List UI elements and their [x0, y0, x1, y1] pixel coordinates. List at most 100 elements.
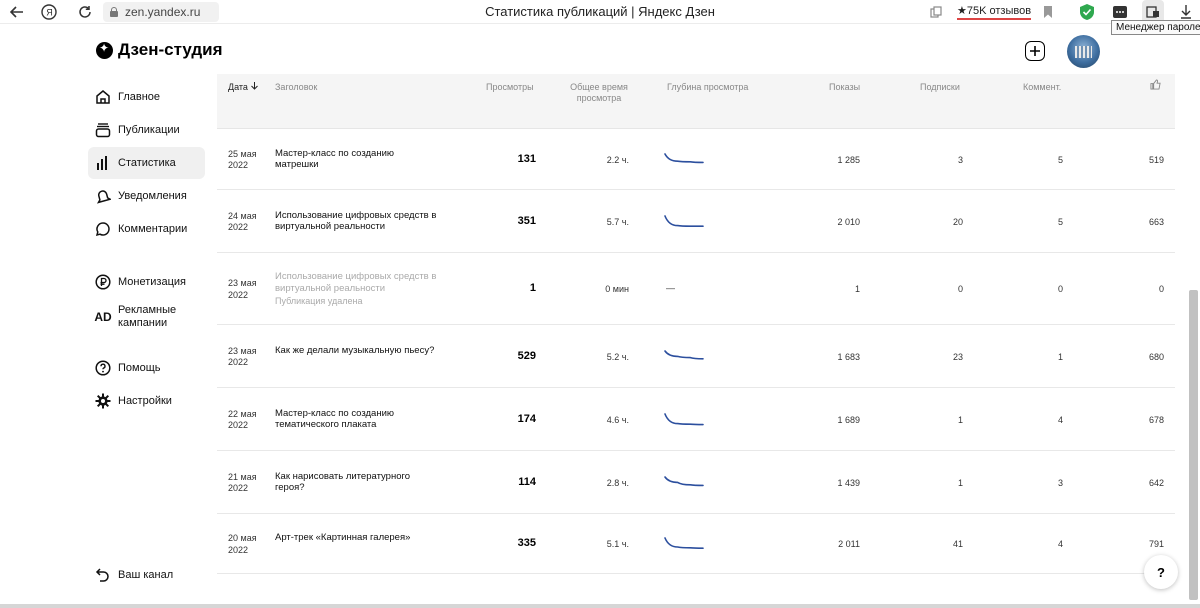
row-likes: 663 — [1148, 216, 1164, 227]
table-row[interactable]: 21 мая 2022 Как нарисовать литературного … — [217, 451, 1175, 514]
svg-text:Я: Я — [46, 8, 53, 18]
your-channel-link[interactable]: Ваш канал — [88, 559, 205, 591]
sidebar-item-ad-campaigns[interactable]: AD Рекламные кампании — [88, 300, 205, 334]
zen-logo-icon — [96, 41, 113, 59]
copy-icon[interactable] — [926, 0, 946, 24]
yandex-logo-icon[interactable]: Я — [38, 0, 60, 24]
avatar[interactable] — [1067, 35, 1100, 68]
row-likes: 642 — [1148, 477, 1164, 488]
row-subscriptions: 1 — [957, 477, 963, 488]
ruble-icon — [94, 273, 112, 291]
sidebar-item-statistics[interactable]: Статистика — [88, 147, 205, 179]
sidebar-item-label: Помощь — [118, 361, 161, 374]
sidebar-item-settings[interactable]: Настройки — [88, 385, 205, 417]
bookmark-icon[interactable] — [1039, 0, 1057, 24]
sidebar-item-monetization[interactable]: Монетизация — [88, 266, 205, 298]
bar-chart-icon — [94, 154, 112, 172]
row-total-time: 4.6 ч. — [606, 414, 629, 425]
row-comments: 4 — [1057, 414, 1063, 425]
table-row[interactable]: 24 мая 2022 Использование цифровых средст… — [217, 190, 1175, 253]
column-impressions[interactable]: Показы — [829, 82, 860, 93]
sidebar-item-home[interactable]: Главное — [88, 81, 205, 113]
table-row[interactable]: 20 мая 2022 Арт-трек «Картинная галерея» 3… — [217, 514, 1175, 574]
row-subscriptions: 0 — [957, 284, 963, 294]
row-date: 23 мая 2022 — [228, 278, 257, 300]
sidebar-item-label: Статистика — [118, 156, 176, 169]
sidebar-item-label: Рекламные кампании — [118, 304, 177, 329]
row-subscriptions: 20 — [952, 216, 963, 227]
table-row[interactable]: 23 мая 2022 Использование цифровых средст… — [217, 253, 1175, 325]
url-text: zen.yandex.ru — [125, 5, 201, 19]
row-subscriptions: 3 — [957, 154, 963, 165]
row-depth-sparkline — [664, 412, 704, 425]
sort-down-icon — [251, 82, 259, 90]
row-comments: 3 — [1057, 477, 1063, 488]
column-views[interactable]: Просмотры — [486, 82, 534, 93]
row-date: 24 мая 2022 — [228, 210, 257, 233]
browser-toolbar: Я zen.yandex.ru Статистика публикаций | … — [0, 0, 1200, 24]
row-title[interactable]: Как же делали музыкальную пьесу? — [275, 345, 440, 357]
row-total-time: 0 мин — [605, 284, 629, 294]
reload-icon[interactable] — [74, 0, 96, 24]
column-subscriptions[interactable]: Подписки — [920, 82, 960, 93]
row-views: 114 — [518, 475, 536, 488]
row-comments: 5 — [1057, 154, 1063, 165]
stack-icon — [94, 121, 112, 139]
sidebar-item-help[interactable]: Помощь — [88, 352, 205, 384]
row-comments: 1 — [1057, 351, 1063, 362]
row-views: 174 — [517, 412, 536, 425]
table-row[interactable]: 25 мая 2022 Мастер-класс по созданию матр… — [217, 129, 1175, 190]
bell-icon — [94, 187, 112, 205]
shield-check-icon[interactable] — [1077, 0, 1097, 24]
help-float-button[interactable]: ? — [1144, 555, 1178, 589]
column-total-time[interactable]: Общее время просмотра — [569, 82, 629, 104]
address-bar[interactable]: zen.yandex.ru — [103, 2, 219, 22]
row-comments: 5 — [1057, 216, 1063, 227]
row-impressions: 2 011 — [838, 539, 860, 549]
row-date: 21 мая 2022 — [228, 471, 257, 494]
row-title[interactable]: Арт-трек «Картинная галерея» — [275, 532, 440, 544]
row-views: 529 — [517, 349, 536, 362]
column-date[interactable]: Дата — [228, 82, 259, 93]
row-title[interactable]: Как нарисовать литературного героя? — [275, 471, 440, 494]
logo-text: Дзен-студия — [118, 40, 223, 59]
row-depth-sparkline — [664, 152, 704, 163]
sidebar-item-label: Настройки — [118, 394, 172, 407]
row-subscriptions: 41 — [952, 539, 963, 549]
row-impressions: 2 010 — [837, 216, 860, 227]
column-title[interactable]: Заголовок — [275, 82, 317, 93]
row-subscriptions: 23 — [952, 351, 963, 362]
sidebar-item-label: Уведомления — [118, 189, 187, 202]
row-total-time: 5.2 ч. — [606, 351, 629, 362]
column-comments[interactable]: Коммент. — [1023, 82, 1061, 93]
row-title[interactable]: Мастер-класс по созданию тематического п… — [275, 408, 440, 431]
row-total-time: 2.2 ч. — [606, 154, 629, 165]
reviews-badge[interactable]: ★75K отзывов — [957, 4, 1032, 20]
table-row[interactable]: 23 мая 2022 Как же делали музыкальную пье… — [217, 325, 1175, 388]
studio-logo[interactable]: Дзен-студия — [96, 40, 223, 60]
row-total-time: 5.1 ч. — [606, 539, 629, 549]
row-title[interactable]: Использование цифровых средств в виртуал… — [275, 271, 440, 294]
horizontal-scrollbar[interactable] — [0, 604, 1200, 608]
row-title[interactable]: Мастер-класс по созданию матрешки — [275, 148, 440, 171]
row-date: 20 мая 2022 — [228, 533, 257, 555]
gear-icon — [94, 392, 112, 410]
row-title[interactable]: Использование цифровых средств в виртуал… — [275, 210, 440, 233]
row-likes: 678 — [1148, 414, 1164, 425]
sidebar-item-comments[interactable]: Комментарии — [88, 213, 205, 245]
sidebar-item-publications[interactable]: Публикации — [88, 114, 205, 146]
row-date: 22 мая 2022 — [228, 408, 257, 431]
scrollbar-thumb[interactable] — [1189, 290, 1198, 600]
sidebar-item-label: Публикации — [118, 123, 180, 136]
row-comments: 0 — [1057, 284, 1063, 294]
sidebar-item-notifications[interactable]: Уведомления — [88, 180, 205, 212]
row-impressions: 1 285 — [837, 154, 860, 165]
table-row[interactable]: 22 мая 2022 Мастер-класс по созданию тема… — [217, 388, 1175, 451]
back-arrow-icon[interactable] — [6, 0, 28, 24]
column-depth[interactable]: Глубина просмотра — [667, 82, 748, 93]
add-publication-button[interactable] — [1025, 41, 1045, 61]
row-depth-sparkline — [664, 214, 704, 227]
row-likes: 0 — [1158, 284, 1164, 294]
thumbs-up-icon[interactable] — [1150, 79, 1161, 93]
your-channel-label: Ваш канал — [118, 568, 174, 581]
